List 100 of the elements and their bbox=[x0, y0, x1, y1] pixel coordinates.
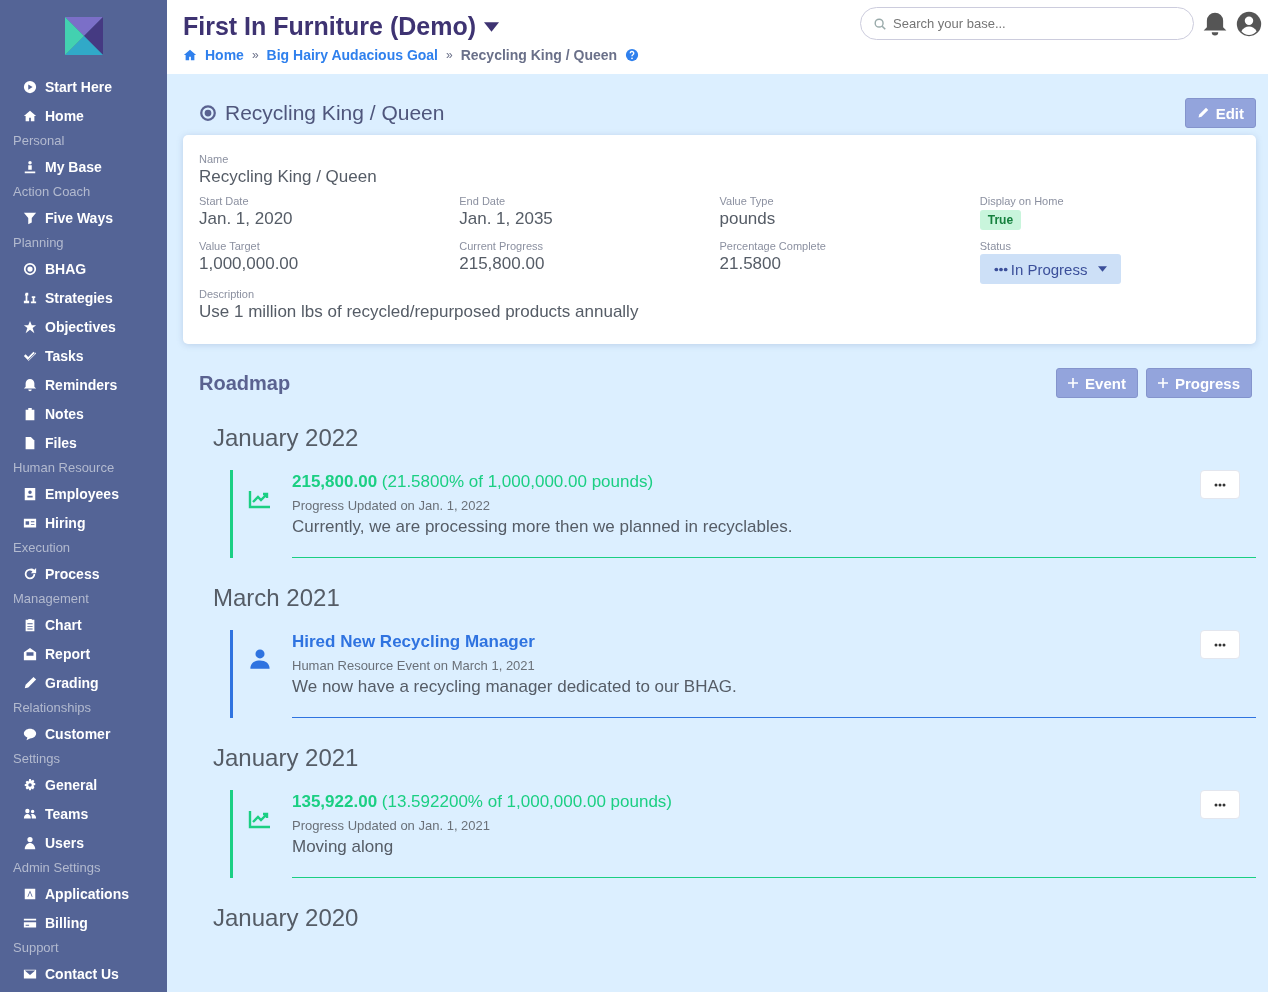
month-heading: March 2021 bbox=[213, 584, 341, 612]
status-dropdown[interactable]: In Progress bbox=[979, 254, 1122, 284]
field-value: Use 1 million lbs of recycled/repurposed products annually bbox=[199, 302, 640, 322]
plus-icon bbox=[1157, 378, 1168, 388]
entry-title: Hired New Recycling Manager bbox=[292, 632, 535, 652]
people-icon bbox=[23, 806, 37, 821]
sidebar-item[interactable]: Tasks bbox=[0, 341, 167, 370]
sidebar-section-heading: Relationships bbox=[12, 699, 93, 717]
field-label: Value Target bbox=[199, 240, 261, 252]
sidebar-item[interactable]: Files bbox=[0, 428, 167, 457]
sidebar-item[interactable]: Chart bbox=[0, 610, 167, 639]
user-avatar-icon[interactable] bbox=[1236, 11, 1262, 37]
logo-icon bbox=[63, 16, 104, 56]
breadcrumb-link[interactable]: Home bbox=[205, 47, 244, 63]
entry-title: 215,800.00 (21.5800% of 1,000,000.00 pounds) bbox=[292, 472, 654, 492]
gear-icon bbox=[23, 777, 37, 792]
field-value: Jan. 1, 2035 bbox=[459, 209, 554, 229]
sidebar-item[interactable]: General bbox=[0, 770, 167, 799]
home-icon bbox=[23, 108, 37, 123]
ellipsis-icon bbox=[993, 266, 1008, 272]
month-heading: January 2021 bbox=[213, 744, 360, 772]
entry-text: Moving along bbox=[292, 837, 395, 857]
status-badge: True bbox=[979, 210, 1022, 230]
breadcrumb-link[interactable]: Big Hairy Audacious Goal bbox=[266, 47, 438, 63]
sidebar-item[interactable]: Objectives bbox=[0, 312, 167, 341]
sidebar-section-heading: Support bbox=[12, 939, 60, 957]
contact-card-icon bbox=[23, 486, 37, 501]
sidebar-section-heading: Management bbox=[12, 590, 90, 608]
caret-icon[interactable] bbox=[484, 21, 500, 32]
sidebar-item[interactable]: BHAG bbox=[0, 254, 167, 283]
pen-icon bbox=[23, 675, 37, 690]
field-value: 21.5800 bbox=[719, 254, 782, 274]
target-icon bbox=[199, 104, 217, 122]
search-icon bbox=[873, 17, 887, 31]
target-icon bbox=[23, 261, 37, 276]
entry-meta: Progress Updated on Jan. 1, 2021 bbox=[292, 818, 492, 833]
user-icon bbox=[248, 648, 272, 670]
search-field[interactable]: Search your base... bbox=[860, 7, 1194, 40]
bell-icon[interactable] bbox=[1202, 11, 1228, 37]
sidebar-item[interactable]: Applications bbox=[0, 879, 167, 908]
sidebar-item[interactable]: Five Ways bbox=[0, 203, 167, 232]
breadcrumb-separator: » bbox=[446, 48, 453, 62]
sidebar-item[interactable]: Strategies bbox=[0, 283, 167, 312]
sidebar-item[interactable]: Notes bbox=[0, 399, 167, 428]
field-label: Status bbox=[979, 240, 1012, 252]
month-heading: January 2020 bbox=[213, 904, 360, 932]
clipboard-list-icon bbox=[23, 617, 37, 632]
entry-meta: Progress Updated on Jan. 1, 2022 bbox=[292, 498, 492, 513]
more-button[interactable] bbox=[1200, 470, 1240, 499]
person-icon bbox=[23, 159, 37, 174]
entry-text: We now have a recycling manager dedicated to our BHAG. bbox=[292, 677, 738, 697]
sidebar-item[interactable]: Process bbox=[0, 559, 167, 588]
star-icon bbox=[23, 319, 37, 334]
help-icon[interactable] bbox=[625, 48, 640, 62]
sidebar-item[interactable]: Users bbox=[0, 828, 167, 857]
field-value: 1,000,000.00 bbox=[199, 254, 300, 274]
more-button[interactable] bbox=[1200, 790, 1240, 819]
sidebar-item[interactable]: Hiring bbox=[0, 508, 167, 537]
sidebar-item[interactable]: Customer bbox=[0, 719, 167, 748]
field-label: Value Type bbox=[719, 195, 775, 207]
entry-text: Currently, we are processing more then we planned in recyclables. bbox=[292, 517, 794, 537]
sidebar-section-heading: Settings bbox=[12, 750, 61, 768]
sidebar-item[interactable]: Grading bbox=[0, 668, 167, 697]
sidebar-item[interactable]: My Base bbox=[0, 152, 167, 181]
field-label: Start Date bbox=[199, 195, 250, 207]
chart-line-icon bbox=[248, 808, 272, 830]
sidebar-item[interactable]: Employees bbox=[0, 479, 167, 508]
field-label: Percentage Complete bbox=[719, 240, 827, 252]
sidebar-item[interactable]: Contact Us bbox=[0, 959, 167, 988]
home-icon bbox=[183, 48, 197, 62]
sidebar-item[interactable]: Billing bbox=[0, 908, 167, 937]
sidebar-item[interactable]: Start Here bbox=[0, 72, 167, 101]
field-label: Name bbox=[199, 153, 230, 165]
more-button[interactable] bbox=[1200, 630, 1240, 659]
sidebar-item[interactable]: Report bbox=[0, 639, 167, 668]
breadcrumb-current: Recycling King / Queen bbox=[460, 47, 618, 63]
month-heading: January 2022 bbox=[213, 424, 360, 452]
field-value: Recycling King / Queen bbox=[199, 167, 378, 187]
field-value: pounds bbox=[719, 209, 777, 229]
clipboard-icon bbox=[23, 406, 37, 421]
sidebar-section-heading: Human Resource bbox=[12, 459, 116, 477]
plus-icon bbox=[1068, 378, 1079, 388]
field-value: Jan. 1, 2020 bbox=[199, 209, 294, 229]
chart-line-icon bbox=[248, 488, 272, 510]
ellipsis-icon bbox=[1214, 482, 1226, 487]
sidebar-section-heading: Execution bbox=[12, 539, 72, 557]
roadmap-heading: Roadmap bbox=[199, 371, 292, 395]
sidebar-item[interactable]: Teams bbox=[0, 799, 167, 828]
pencil-icon bbox=[1196, 107, 1209, 119]
sidebar-section-heading: Admin Settings bbox=[12, 859, 102, 877]
breadcrumb-separator: » bbox=[251, 48, 259, 62]
field-label: Description bbox=[199, 288, 256, 300]
field-value: 215,800.00 bbox=[459, 254, 546, 274]
sidebar-section-heading: Planning bbox=[12, 234, 65, 252]
bell-icon bbox=[23, 377, 37, 392]
redo-icon bbox=[23, 566, 37, 581]
sidebar-item[interactable]: Reminders bbox=[0, 370, 167, 399]
file-icon bbox=[23, 435, 37, 450]
field-label: Display on Home bbox=[979, 195, 1065, 207]
sidebar-item[interactable]: Home bbox=[0, 101, 167, 130]
